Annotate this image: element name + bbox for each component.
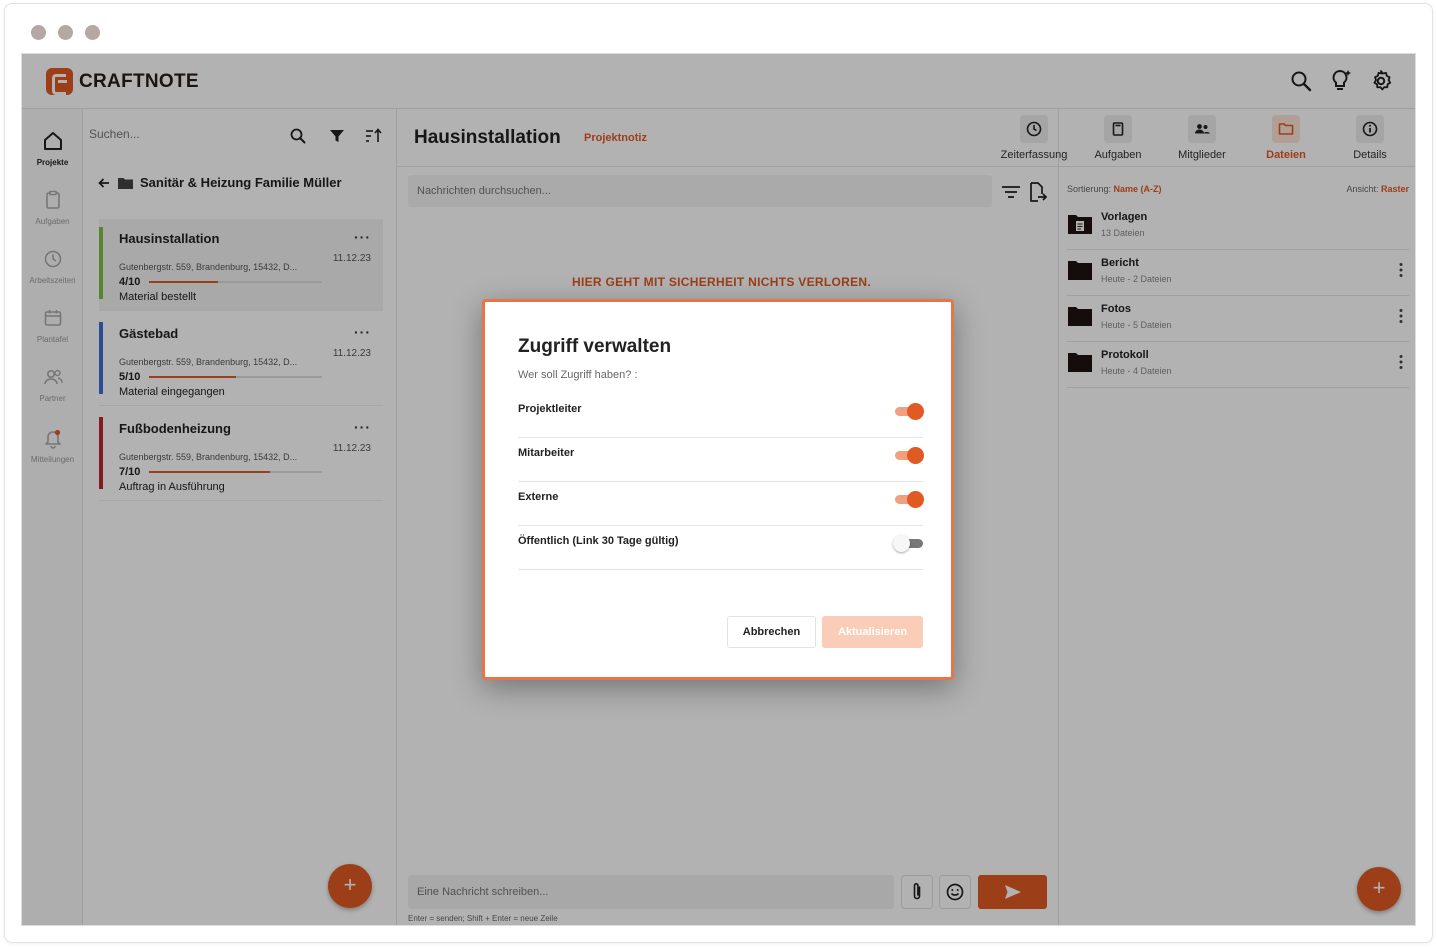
- cancel-button[interactable]: Abbrechen: [727, 616, 816, 648]
- window-close-dot[interactable]: [31, 25, 46, 40]
- toggle-knob: [907, 403, 924, 420]
- access-label: Mitarbeiter: [518, 447, 575, 459]
- access-label: Projektleiter: [518, 403, 582, 415]
- dialog-subtitle: Wer soll Zugriff haben? :: [518, 369, 638, 381]
- window-controls: [31, 25, 100, 40]
- access-dialog: Zugriff verwalten Wer soll Zugriff haben…: [482, 299, 954, 680]
- access-label: Externe: [518, 491, 559, 503]
- access-row-externe: Externe: [518, 482, 924, 526]
- oeffentlich-toggle[interactable]: [893, 535, 923, 552]
- access-row-oeffentlich: Öffentlich (Link 30 Tage gültig): [518, 526, 923, 570]
- app-root: CRAFTNOTE Projekte Aufgaben Arbeitszeite…: [21, 53, 1416, 926]
- access-row-projektleiter: Projektleiter: [518, 394, 924, 438]
- toggle-knob: [893, 535, 910, 552]
- toggle-knob: [907, 447, 924, 464]
- update-button[interactable]: Aktualisieren: [822, 616, 923, 648]
- dialog-title: Zugriff verwalten: [518, 336, 672, 357]
- mitarbeiter-toggle[interactable]: [895, 447, 924, 464]
- access-row-mitarbeiter: Mitarbeiter: [518, 438, 924, 482]
- toggle-knob: [907, 491, 924, 508]
- window-maximize-dot[interactable]: [85, 25, 100, 40]
- access-label: Öffentlich (Link 30 Tage gültig): [518, 535, 679, 547]
- projektleiter-toggle[interactable]: [895, 403, 924, 420]
- window-minimize-dot[interactable]: [58, 25, 73, 40]
- externe-toggle[interactable]: [895, 491, 924, 508]
